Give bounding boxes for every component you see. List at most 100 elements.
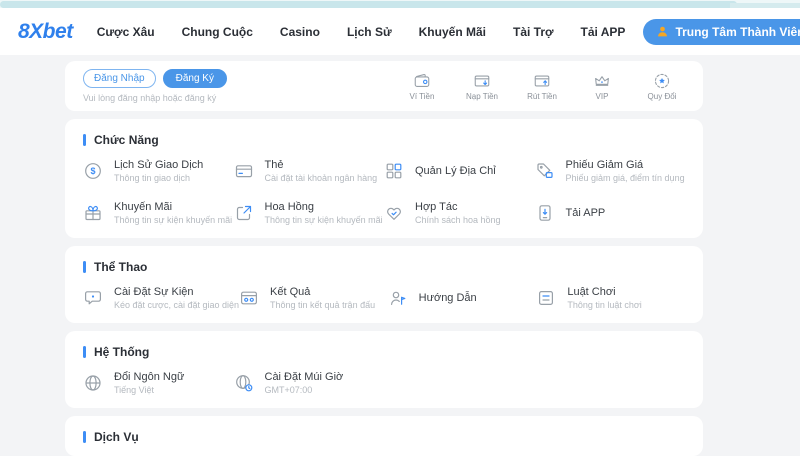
item-subtitle: Tiếng Việt [114, 385, 184, 395]
section-grid: Đổi Ngôn Ngữ Tiếng Việt Cài Đặt Múi Giờ … [83, 362, 685, 404]
svg-text:$: $ [90, 166, 95, 176]
quick-action-wallet[interactable]: Ví Tiền [399, 72, 445, 101]
nav-item-cuoc-xau[interactable]: Cược Xâu [97, 25, 155, 39]
crown-icon [579, 72, 625, 90]
item-title: Cài Đặt Sự Kiện [114, 286, 239, 298]
item-subtitle: GMT+07:00 [265, 385, 344, 395]
quick-action-exchange[interactable]: Quy Đổi [639, 72, 685, 101]
section-title: Dịch Vụ [94, 430, 139, 444]
quick-action-vip[interactable]: VIP [579, 72, 625, 101]
nav-item-casino[interactable]: Casino [280, 25, 320, 39]
partner-heart-icon [384, 203, 404, 223]
section-header: Hệ Thống [83, 342, 685, 362]
section-title: Thể Thao [94, 260, 147, 274]
item-subtitle: Thông tin kết quả trận đấu [270, 300, 375, 310]
item-subtitle: Thông tin luật chơi [567, 300, 641, 310]
quick-action-withdraw[interactable]: Rút Tiền [519, 72, 565, 101]
item-subtitle: Thông tin giao dịch [114, 173, 203, 183]
item-guide[interactable]: Hướng Dẫn [388, 277, 537, 319]
top-scrollbar[interactable] [0, 1, 737, 8]
member-center-label: Trung Tâm Thành Viên [675, 25, 800, 39]
item-subtitle: Chính sách hoa hồng [415, 215, 501, 225]
deposit-icon [459, 72, 505, 90]
item-results[interactable]: Kết Quả Thông tin kết quả trận đấu [239, 277, 388, 319]
item-bank-card[interactable]: Thẻ Cài đặt tài khoản ngân hàng [234, 150, 385, 192]
withdraw-icon [519, 72, 565, 90]
browser-top-strip [0, 0, 800, 8]
item-title: Hợp Tác [415, 201, 501, 213]
timezone-icon [234, 373, 254, 393]
item-subtitle: Cài đặt tài khoản ngân hàng [265, 173, 378, 183]
section-accent-bar [83, 134, 86, 146]
site-logo[interactable]: 8Xbet [18, 20, 73, 44]
event-settings-icon [83, 288, 103, 308]
section-the-thao: Thể Thao Cài Đặt Sự Kiện Kéo đặt cược, c… [65, 246, 703, 323]
quick-actions: Ví Tiền Nạp Tiền [399, 72, 685, 101]
item-subtitle: Phiếu giảm giá, điểm tín dụng [566, 173, 685, 183]
item-title: Tải APP [566, 207, 606, 219]
section-he-thong: Hệ Thống Đổi Ngôn Ngữ Tiếng Việt [65, 331, 703, 408]
item-coupon[interactable]: Phiếu Giảm Giá Phiếu giảm giá, điểm tín … [535, 150, 686, 192]
download-app-icon [535, 203, 555, 223]
gift-icon [83, 203, 103, 223]
coupon-icon [535, 161, 555, 181]
item-address-management[interactable]: Quản Lý Địa Chỉ [384, 150, 535, 192]
quick-action-label: Nạp Tiền [459, 92, 505, 101]
bank-card-icon [234, 161, 254, 181]
top-strip-rest [730, 3, 800, 8]
section-header: Dịch Vụ [83, 427, 685, 447]
item-subtitle: Thông tin sự kiện khuyến mãi [114, 215, 232, 225]
item-promotion[interactable]: Khuyến Mãi Thông tin sự kiện khuyến mãi [83, 192, 234, 234]
quick-action-label: Rút Tiền [519, 92, 565, 101]
globe-icon [83, 373, 103, 393]
commission-icon [234, 203, 254, 223]
section-grid: Cài Đặt Sự Kiện Kéo đặt cược, cài đặt gi… [83, 277, 685, 319]
nav-item-chung-cuoc[interactable]: Chung Cuộc [182, 25, 253, 39]
section-header: Chức Năng [83, 130, 685, 150]
section-title: Hệ Thống [94, 345, 149, 359]
item-title: Hướng Dẫn [419, 292, 477, 304]
wallet-icon [399, 72, 445, 90]
section-accent-bar [83, 346, 86, 358]
panel-login-button[interactable]: Đăng Nhập [83, 69, 156, 88]
item-title: Phiếu Giảm Giá [566, 159, 685, 171]
nav-item-tai-tro[interactable]: Tài Trợ [513, 25, 554, 39]
item-subtitle: Thông tin sự kiện khuyến mãi [265, 215, 383, 225]
rules-icon [536, 288, 556, 308]
account-login-area: Đăng Nhập Đăng Ký Vui lòng đăng nhập hoặ… [83, 69, 227, 103]
nav-item-tai-app[interactable]: Tải APP [581, 25, 626, 39]
item-change-language[interactable]: Đổi Ngôn Ngữ Tiếng Việt [83, 362, 234, 404]
section-accent-bar [83, 261, 86, 273]
section-title: Chức Năng [94, 133, 159, 147]
item-title: Đổi Ngôn Ngữ [114, 371, 184, 383]
guide-person-icon [388, 288, 408, 308]
item-title: Lịch Sử Giao Dịch [114, 159, 203, 171]
quick-action-label: VIP [579, 92, 625, 101]
nav-item-khuyen-mai[interactable]: Khuyến Mãi [419, 25, 486, 39]
item-title: Khuyến Mãi [114, 201, 232, 213]
member-icon [656, 25, 669, 38]
quick-action-label: Ví Tiền [399, 92, 445, 101]
item-partnership[interactable]: Hợp Tác Chính sách hoa hồng [384, 192, 535, 234]
item-timezone-settings[interactable]: Cài Đặt Múi Giờ GMT+07:00 [234, 362, 385, 404]
item-subtitle: Kéo đặt cược, cài đặt giao diện [114, 300, 239, 310]
panel-register-button[interactable]: Đăng Ký [163, 69, 227, 88]
item-title: Thẻ [265, 159, 378, 171]
member-center-button[interactable]: Trung Tâm Thành Viên [643, 19, 800, 45]
address-grid-icon [384, 161, 404, 181]
quick-action-deposit[interactable]: Nạp Tiền [459, 72, 505, 101]
dollar-circle-icon: $ [83, 161, 103, 181]
item-commission[interactable]: Hoa Hồng Thông tin sự kiện khuyến mãi [234, 192, 385, 234]
item-title: Kết Quả [270, 286, 375, 298]
account-panel: Đăng Nhập Đăng Ký Vui lòng đăng nhập hoặ… [65, 61, 703, 111]
item-title: Hoa Hồng [265, 201, 383, 213]
item-event-settings[interactable]: Cài Đặt Sự Kiện Kéo đặt cược, cài đặt gi… [83, 277, 239, 319]
scoreboard-icon [239, 288, 259, 308]
item-download-app[interactable]: Tải APP [535, 192, 686, 234]
item-transaction-history[interactable]: $ Lịch Sử Giao Dịch Thông tin giao dịch [83, 150, 234, 192]
item-game-rules[interactable]: Luật Chơi Thông tin luật chơi [536, 277, 685, 319]
main-nav: Cược Xâu Chung Cuộc Casino Lịch Sử Khuyế… [97, 25, 626, 39]
section-accent-bar [83, 431, 86, 443]
item-title: Cài Đặt Múi Giờ [265, 371, 344, 383]
nav-item-lich-su[interactable]: Lịch Sử [347, 25, 392, 39]
